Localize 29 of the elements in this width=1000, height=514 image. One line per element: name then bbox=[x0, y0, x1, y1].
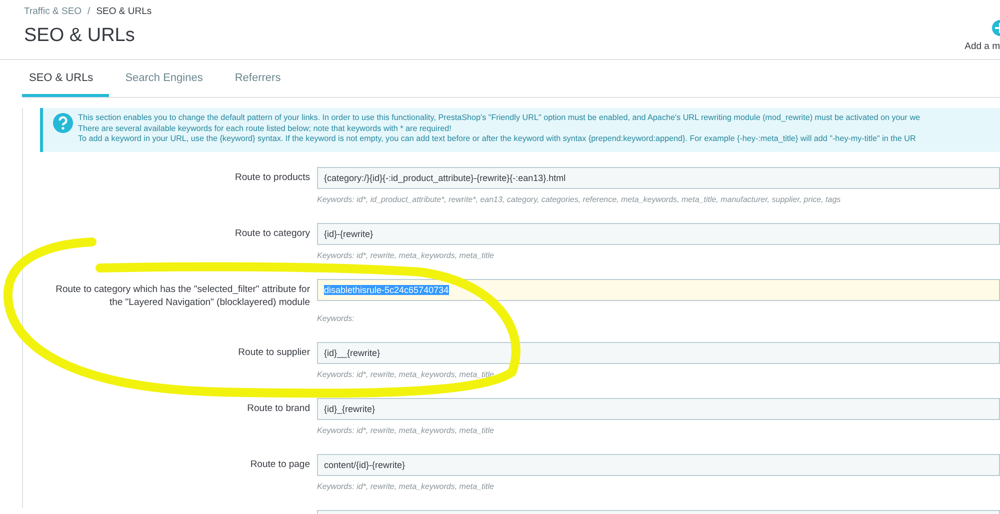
help-text: Keywords: id*, rewrite, meta_keywords, meta_title bbox=[317, 482, 494, 491]
page-title: SEO & URLs bbox=[24, 25, 135, 48]
breadcrumb-separator: / bbox=[88, 5, 90, 19]
input-field[interactable]: {id}-{rewrite} bbox=[317, 222, 1000, 245]
field-label: Route to category which has the "selected_filter" attribute for the "Layered Navigation" (blocklayered) module bbox=[56, 284, 310, 308]
tab[interactable]: Referrers bbox=[218, 60, 297, 97]
breadcrumb-link[interactable]: Traffic & SEO bbox=[24, 5, 82, 20]
help-text: Keywords: bbox=[317, 314, 354, 323]
alert-text: To add a keyword in your URL, use the {keyword} syntax. If the keyword is not empty, you can add text before or after the keyword with syntax {prepend:keyword:append}. For example {-hey-:meta_title} will add "-hey-my-title" in the UR bbox=[78, 134, 917, 145]
alert-text: There are several available keywords for each route listed below; note that keywords with * are required! bbox=[78, 124, 452, 134]
field-label: Route to products bbox=[235, 172, 310, 183]
input-field[interactable]: {id}__{rewrite} bbox=[317, 342, 1000, 364]
field-label: Route to brand bbox=[247, 402, 310, 414]
input-field[interactable]: {id}_{rewrite} bbox=[317, 398, 1000, 420]
field-label: Route to supplier bbox=[238, 346, 310, 358]
help-text: Keywords: id*, rewrite, meta_keywords, meta_title bbox=[317, 426, 494, 435]
help-text: Keywords: id*, rewrite, meta_keywords, meta_title bbox=[317, 250, 494, 260]
tab[interactable]: SEO & URLs bbox=[22, 60, 110, 97]
breadcrumb-current: SEO & URLs bbox=[96, 5, 152, 19]
field-label: Route to page bbox=[250, 458, 310, 470]
help-text: Keywords: id*, id_product_attribute*, rewrite*, ean13, category, categories, reference, meta_keywords, meta_title, manufacturer, supplier, price, tags bbox=[317, 194, 841, 204]
input-field[interactable]: {category:/}{id}{-:id_product_attribute}-{rewrite}{-:ean13}.html bbox=[317, 166, 1000, 189]
input-field[interactable]: content/{id}-{rewrite} bbox=[317, 454, 1000, 476]
help-text: Keywords: id*, rewrite, meta_keywords, meta_title bbox=[317, 370, 494, 379]
alert-text: This section enables you to change the default pattern of your links. In order to use this functionality, PrestaShop's "Friendly URL" option must be enabled, and Apache's URL rewriting module (mod_rewrite) must be activated on your we bbox=[78, 113, 922, 124]
help-icon bbox=[53, 113, 73, 133]
field-label: Route to category bbox=[235, 228, 310, 239]
tab[interactable]: Search Engines bbox=[109, 60, 219, 97]
add-label[interactable]: Add a m bbox=[964, 41, 1000, 52]
